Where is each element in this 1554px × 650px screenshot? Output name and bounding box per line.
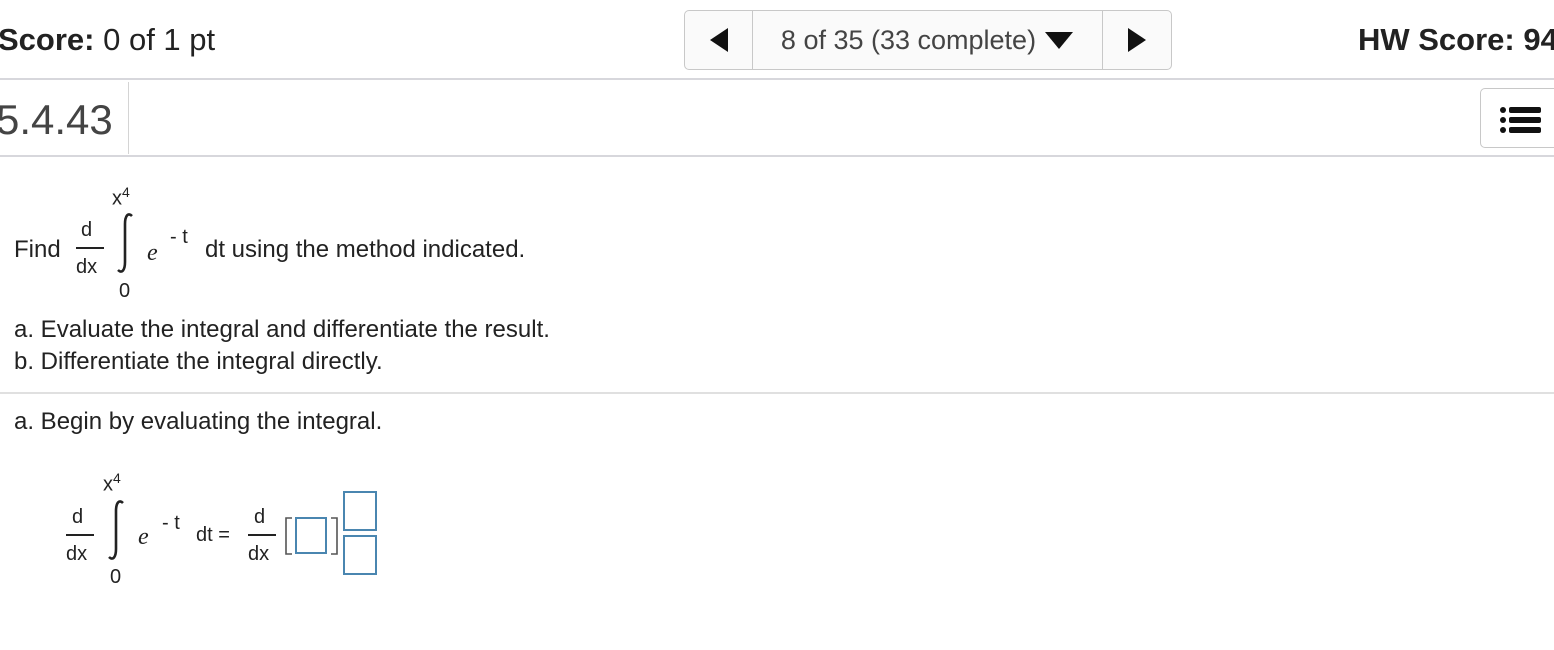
problem-trailing-text: dt using the method indicated. bbox=[205, 236, 526, 263]
step-integrand-exponent: - t bbox=[162, 512, 180, 534]
step-dt-equals: dt = bbox=[196, 524, 230, 546]
score-label: Score: bbox=[0, 22, 95, 57]
answer-input-denominator[interactable] bbox=[343, 535, 377, 575]
score-display: Score: 0 of 1 pt bbox=[0, 22, 215, 58]
step-upper-limit: x4 bbox=[103, 470, 121, 497]
score-value: 0 of 1 pt bbox=[103, 22, 216, 57]
step-upper-limit-base: x bbox=[103, 473, 113, 496]
triangle-left-icon bbox=[709, 28, 728, 52]
question-header-divider bbox=[0, 155, 1554, 157]
header-divider bbox=[0, 78, 1554, 80]
nav-progress-text: 8 of 35 (33 complete) bbox=[780, 24, 1037, 55]
triangle-right-icon bbox=[1128, 28, 1146, 52]
header-bar: Score: 0 of 1 pt 8 of 35 (33 complete) H… bbox=[0, 0, 1554, 80]
list-icon bbox=[1500, 107, 1541, 133]
step-upper-limit-exponent: 4 bbox=[113, 470, 121, 486]
options-menu-button[interactable] bbox=[1480, 88, 1554, 148]
step-integrand-base: e bbox=[138, 524, 149, 550]
derivative-numerator: d bbox=[81, 219, 93, 241]
question-navigator: 8 of 35 (33 complete) bbox=[684, 10, 1172, 70]
question-number-separator bbox=[128, 82, 129, 154]
question-number: 5.4.43 bbox=[0, 96, 113, 143]
previous-question-button[interactable] bbox=[685, 11, 753, 69]
part-a-text: a. Evaluate the integral and differentia… bbox=[14, 316, 550, 343]
derivative-fraction-bar bbox=[76, 247, 104, 249]
step-derivative-denominator: dx bbox=[66, 543, 88, 565]
next-question-button[interactable] bbox=[1103, 11, 1171, 69]
step-derivative-numerator: d bbox=[72, 506, 84, 528]
step-lower-limit: 0 bbox=[110, 566, 122, 588]
step-integral-sign-icon bbox=[108, 500, 124, 560]
upper-limit: x4 bbox=[112, 184, 130, 211]
find-word: Find bbox=[14, 236, 61, 263]
part-b-text: b. Differentiate the integral directly. bbox=[14, 348, 383, 375]
caret-down-icon bbox=[1044, 30, 1074, 50]
answer-input-numerator[interactable] bbox=[343, 491, 377, 531]
derivative-denominator: dx bbox=[76, 256, 98, 278]
hw-score: HW Score: 94 bbox=[1358, 22, 1554, 57]
right-bracket-icon bbox=[331, 517, 338, 555]
lower-limit: 0 bbox=[119, 280, 131, 302]
integrand-base: e bbox=[147, 240, 158, 266]
answer-input-expression[interactable] bbox=[295, 517, 327, 554]
step-rhs-fraction-bar bbox=[248, 534, 276, 536]
integral-sign-icon bbox=[117, 213, 133, 273]
step-rhs-derivative-numerator: d bbox=[254, 506, 266, 528]
question-list-dropdown[interactable]: 8 of 35 (33 complete) bbox=[753, 11, 1103, 69]
left-bracket-icon bbox=[285, 517, 292, 555]
upper-limit-exponent: 4 bbox=[122, 184, 130, 200]
step-rhs-derivative-denominator: dx bbox=[248, 543, 270, 565]
step-instruction: a. Begin by evaluating the integral. bbox=[14, 408, 383, 435]
step-derivative-fraction-bar bbox=[66, 534, 94, 536]
integrand-exponent: - t bbox=[170, 226, 188, 248]
problem-divider bbox=[0, 392, 1554, 394]
upper-limit-base: x bbox=[112, 187, 122, 210]
